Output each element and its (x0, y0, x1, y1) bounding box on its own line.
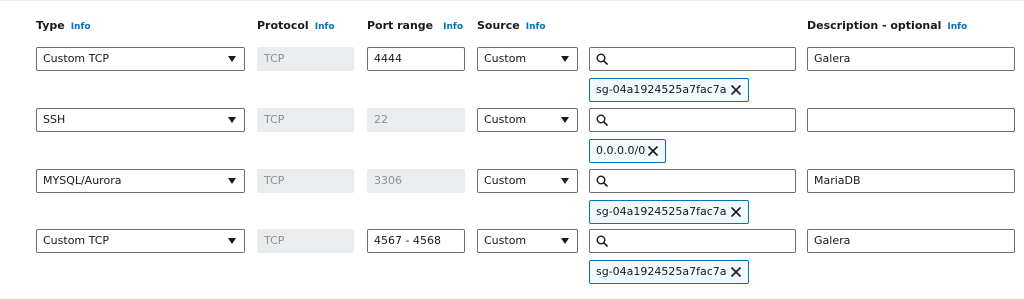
info-link-protocol[interactable]: Info (315, 22, 335, 32)
type-select-value: MYSQL/Aurora (43, 174, 122, 187)
chevron-down-icon (228, 117, 236, 123)
search-icon (596, 175, 608, 187)
header-port-range: Port range Info (367, 19, 463, 34)
header-type-label: Type (36, 19, 65, 32)
description-value: MariaDB (814, 174, 861, 187)
info-link-source[interactable]: Info (526, 22, 546, 32)
description-value: Galera (814, 234, 851, 247)
type-select[interactable]: MYSQL/Aurora (36, 169, 245, 193)
protocol-value: TCP (264, 113, 285, 126)
chevron-down-icon (561, 178, 569, 184)
chevron-down-icon (561, 238, 569, 244)
type-select[interactable]: Custom TCP (36, 229, 245, 253)
chevron-down-icon (228, 178, 236, 184)
header-source-label: Source (477, 19, 520, 32)
source-select[interactable]: Custom (477, 229, 578, 253)
source-search-input[interactable] (589, 229, 796, 253)
chevron-down-icon (561, 117, 569, 123)
description-input[interactable]: MariaDB (807, 169, 1015, 193)
description-value: Galera (814, 52, 851, 65)
source-select[interactable]: Custom (477, 47, 578, 71)
description-input[interactable]: Galera (807, 47, 1015, 71)
info-link-description[interactable]: Info (947, 22, 967, 32)
port-range-input[interactable]: 4567 - 4568 (367, 229, 465, 253)
port-range-input: 3306 (367, 169, 465, 193)
chevron-down-icon (228, 56, 236, 62)
header-description-label: Description - optional (807, 19, 942, 32)
chevron-down-icon (228, 238, 236, 244)
header-description: Description - optional Info (807, 19, 967, 34)
source-select-value: Custom (484, 113, 527, 126)
source-select-value: Custom (484, 174, 527, 187)
source-select[interactable]: Custom (477, 169, 578, 193)
type-select[interactable]: Custom TCP (36, 47, 245, 71)
header-type: Type Info (36, 19, 91, 34)
description-input[interactable] (807, 108, 1015, 132)
info-link-port-range[interactable]: Info (443, 22, 463, 32)
type-select-value: Custom TCP (43, 234, 110, 247)
protocol-value: TCP (264, 52, 285, 65)
protocol-field: TCP (257, 169, 354, 193)
close-icon[interactable] (730, 266, 742, 278)
source-token: sg-04a1924525a7fac7a (589, 78, 749, 102)
protocol-field: TCP (257, 108, 354, 132)
chevron-down-icon (561, 56, 569, 62)
type-select-value: SSH (43, 113, 66, 126)
header-source: Source Info (477, 19, 546, 34)
port-range-input[interactable]: 4444 (367, 47, 465, 71)
type-select[interactable]: SSH (36, 108, 245, 132)
protocol-field: TCP (257, 229, 354, 253)
close-icon[interactable] (730, 84, 742, 96)
source-token: 0.0.0.0/0 (589, 139, 666, 163)
header-protocol-label: Protocol (257, 19, 309, 32)
source-select[interactable]: Custom (477, 108, 578, 132)
search-icon (596, 53, 608, 65)
source-token-label: sg-04a1924525a7fac7a (596, 205, 727, 218)
source-token-label: 0.0.0.0/0 (596, 144, 646, 157)
header-protocol: Protocol Info (257, 19, 335, 34)
search-icon (596, 114, 608, 126)
port-range-value: 22 (374, 113, 388, 126)
source-token-label: sg-04a1924525a7fac7a (596, 83, 727, 96)
source-search-input[interactable] (589, 108, 796, 132)
search-icon (596, 235, 608, 247)
info-link-type[interactable]: Info (71, 22, 91, 32)
protocol-value: TCP (264, 174, 285, 187)
type-select-value: Custom TCP (43, 52, 110, 65)
source-token: sg-04a1924525a7fac7a (589, 260, 749, 284)
port-range-input: 22 (367, 108, 465, 132)
protocol-field: TCP (257, 47, 354, 71)
port-range-value: 4444 (374, 52, 402, 65)
header-port-range-label: Port range (367, 19, 434, 32)
source-token-label: sg-04a1924525a7fac7a (596, 265, 727, 278)
close-icon[interactable] (730, 206, 742, 218)
divider (0, 0, 1024, 1)
source-select-value: Custom (484, 52, 527, 65)
port-range-value: 3306 (374, 174, 402, 187)
protocol-value: TCP (264, 234, 285, 247)
source-search-input[interactable] (589, 47, 796, 71)
source-search-input[interactable] (589, 169, 796, 193)
source-token: sg-04a1924525a7fac7a (589, 200, 749, 224)
close-icon[interactable] (647, 145, 659, 157)
description-input[interactable]: Galera (807, 229, 1015, 253)
source-select-value: Custom (484, 234, 527, 247)
port-range-value: 4567 - 4568 (374, 234, 441, 247)
